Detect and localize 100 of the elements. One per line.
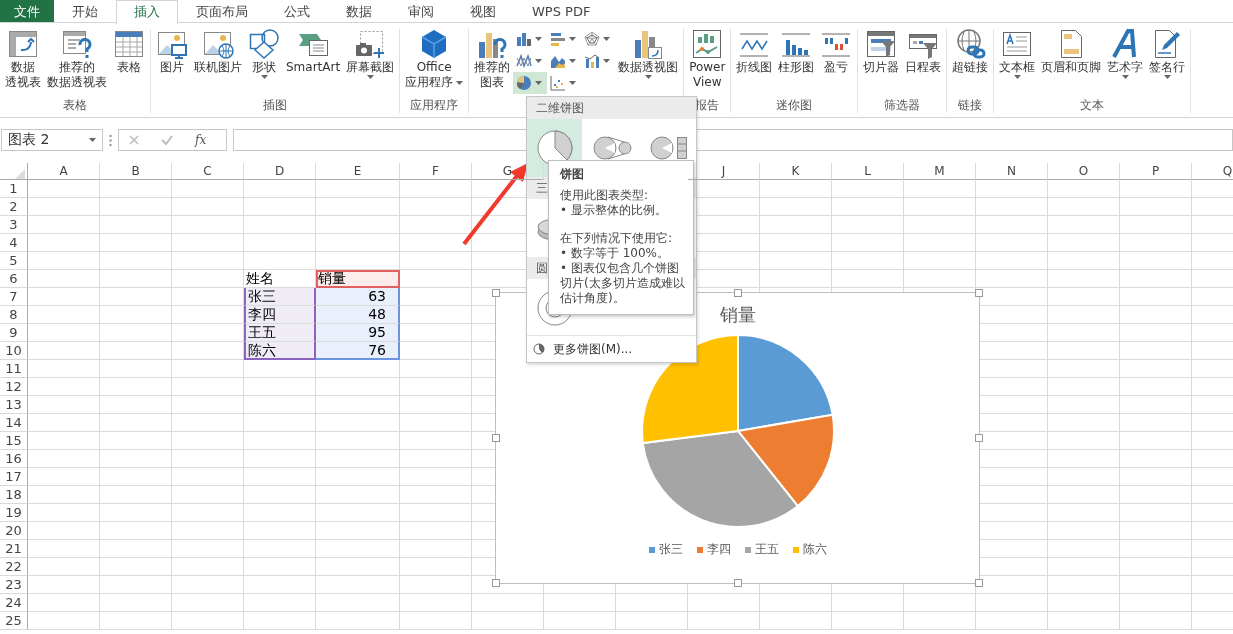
table-cell: 76 <box>316 342 400 360</box>
table-question-button[interactable]: 推荐的 数据透视表 <box>44 26 110 97</box>
column-header[interactable]: L <box>832 163 904 180</box>
cancel-icon <box>129 135 139 145</box>
table-cell: 48 <box>316 306 400 324</box>
tooltip-text: 在下列情况下使用它: <box>560 231 674 246</box>
row-header[interactable]: 22 <box>0 558 28 576</box>
picture-globe-button[interactable]: 联机图片 <box>191 26 245 97</box>
column-header[interactable]: A <box>28 163 100 180</box>
resize-handle[interactable] <box>975 579 983 587</box>
resize-handle[interactable] <box>975 289 983 297</box>
insert-function-button[interactable]: fx <box>195 133 207 147</box>
row-header[interactable]: 2 <box>0 198 28 216</box>
row-header[interactable]: 17 <box>0 468 28 486</box>
pivot-chart-icon <box>632 28 665 60</box>
row-header[interactable]: 14 <box>0 414 28 432</box>
slicer-button[interactable]: 切片器 <box>860 26 903 97</box>
column-header[interactable]: E <box>316 163 400 180</box>
pie-slice[interactable] <box>640 334 739 445</box>
caret-icon <box>603 59 611 63</box>
column-header[interactable]: M <box>904 163 976 180</box>
smartart-button[interactable]: SmartArt <box>283 26 344 97</box>
row-header[interactable]: 12 <box>0 378 28 396</box>
row-header[interactable]: 11 <box>0 360 28 378</box>
row-header[interactable]: 16 <box>0 450 28 468</box>
row-header[interactable]: 1 <box>0 180 28 198</box>
row-header[interactable]: 21 <box>0 540 28 558</box>
column-header[interactable]: B <box>100 163 172 180</box>
row-header[interactable]: 23 <box>0 576 28 594</box>
signature-pen-button[interactable]: 签名行 <box>1146 26 1189 97</box>
line-sparkline-button[interactable]: 折线图 <box>733 26 776 97</box>
table-cell: 陈六 <box>244 342 316 360</box>
table-button[interactable]: 表格 <box>110 26 148 97</box>
column-header[interactable]: O <box>1048 163 1120 180</box>
scatter-chart-icon <box>550 75 567 91</box>
group-label: 插图 <box>262 97 289 113</box>
column-header[interactable]: F <box>400 163 472 180</box>
row-header[interactable]: 10 <box>0 342 28 360</box>
stylized-letter-button[interactable]: 艺术字 <box>1104 26 1147 97</box>
ribbon-tab[interactable]: 插入 <box>116 0 178 24</box>
screenshot-icon <box>354 28 387 60</box>
shapes-button[interactable]: 形状 <box>245 26 283 97</box>
line-chart-icon <box>516 53 533 69</box>
column-header[interactable]: K <box>760 163 832 180</box>
report-chart-icon <box>691 28 724 60</box>
pie-slice[interactable] <box>641 430 799 528</box>
resize-handle[interactable] <box>733 579 742 587</box>
globe-link-button[interactable]: 超链接 <box>949 26 992 97</box>
text-box-button[interactable]: 文本框 <box>996 26 1039 97</box>
resize-handle[interactable] <box>492 289 500 297</box>
row-header[interactable]: 8 <box>0 306 28 324</box>
page-header-button[interactable]: 页眉和页脚 <box>1038 26 1105 97</box>
row-header[interactable]: 20 <box>0 522 28 540</box>
pivot-table-button[interactable]: 数据 透视表 <box>2 26 44 97</box>
group-label: 文本 <box>1079 97 1106 113</box>
globe-link-icon <box>954 28 987 60</box>
row-header[interactable]: 13 <box>0 396 28 414</box>
column-header[interactable]: C <box>172 163 244 180</box>
row-header[interactable]: 3 <box>0 216 28 234</box>
resize-handle[interactable] <box>492 434 500 442</box>
row-header[interactable]: 9 <box>0 324 28 342</box>
row-header[interactable]: 5 <box>0 252 28 270</box>
name-box[interactable]: 图表 2 <box>1 129 103 151</box>
row-header[interactable]: 6 <box>0 270 28 288</box>
pie-slice[interactable] <box>736 413 835 508</box>
row-header[interactable]: 4 <box>0 234 28 252</box>
caret-icon <box>535 81 543 85</box>
report-chart-button[interactable]: Power View <box>686 26 729 97</box>
cube-button[interactable]: Office 应用程序 <box>402 26 467 97</box>
row-header[interactable]: 19 <box>0 504 28 522</box>
chart-question-button[interactable]: 推荐的 图表 <box>471 26 514 97</box>
column-chart-icon <box>516 31 533 47</box>
pie-slice[interactable] <box>736 334 834 432</box>
caret-icon <box>603 37 611 41</box>
win-loss-button[interactable]: 盈亏 <box>817 26 856 97</box>
caret-icon <box>535 37 543 41</box>
ribbon-tab[interactable]: 文件 <box>0 0 54 22</box>
pivot-chart-button[interactable]: 数据透视图 <box>615 26 682 97</box>
resize-handle[interactable] <box>975 434 983 442</box>
pie-chart-button[interactable] <box>513 72 548 94</box>
timeline-button[interactable]: 日程表 <box>902 26 945 97</box>
column-header[interactable]: Q <box>1192 163 1233 180</box>
column-header[interactable]: N <box>976 163 1048 180</box>
resize-handle[interactable] <box>492 579 500 587</box>
column-header[interactable]: P <box>1120 163 1192 180</box>
row-header[interactable]: 7 <box>0 288 28 306</box>
picture-button[interactable]: 图片 <box>153 26 191 97</box>
row-header[interactable]: 18 <box>0 486 28 504</box>
row-header[interactable]: 24 <box>0 594 28 612</box>
row-header[interactable]: 25 <box>0 612 28 630</box>
column-sparkline-button[interactable]: 柱形图 <box>775 26 818 97</box>
table-cell: 63 <box>316 288 400 306</box>
resize-handle[interactable] <box>733 289 742 297</box>
table-cell: 销量 <box>316 270 400 288</box>
screenshot-button[interactable]: 屏幕截图 <box>343 26 398 97</box>
row-header[interactable]: 15 <box>0 432 28 450</box>
more-pie-charts-item[interactable]: 更多饼图(M)... <box>553 340 633 358</box>
column-header[interactable]: D <box>244 163 316 180</box>
radar-chart-icon <box>584 31 601 47</box>
table-question-icon <box>61 28 93 60</box>
